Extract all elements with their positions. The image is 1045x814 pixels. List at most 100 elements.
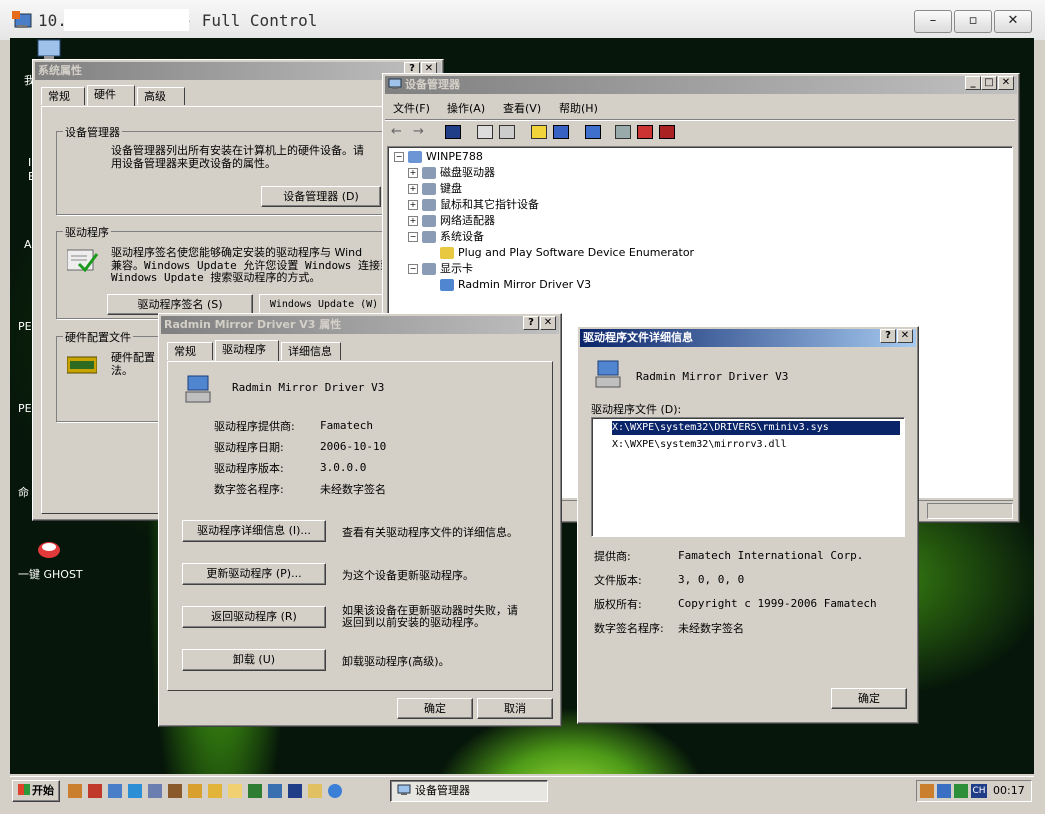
collapse-icon[interactable]: −	[394, 152, 404, 162]
quicklaunch-icon[interactable]	[308, 784, 322, 798]
driver-description: Windows Update 搜索驱动程序的方式。	[111, 271, 321, 284]
menu-action[interactable]: 操作(A)	[447, 100, 485, 116]
expand-icon[interactable]: +	[408, 184, 418, 194]
file-item-selected[interactable]: X:\WXPE\system32\DRIVERS\rminiv3.sys	[611, 420, 901, 436]
quicklaunch-icon[interactable]	[288, 784, 302, 798]
menu-file[interactable]: 文件(F)	[393, 100, 430, 116]
desktop-label[interactable]: A	[24, 238, 32, 251]
menu-bar: 文件(F) 操作(A) 查看(V) 帮助(H)	[387, 98, 1007, 116]
tab-general[interactable]: 常规	[41, 87, 85, 105]
quicklaunch-icon[interactable]	[228, 784, 242, 798]
tray-icon[interactable]	[920, 784, 934, 798]
quicklaunch-icon[interactable]	[248, 784, 262, 798]
uninstall-button[interactable]: 卸载 (U)	[182, 649, 326, 671]
properties-icon[interactable]	[477, 125, 493, 139]
update-driver-icon[interactable]	[615, 125, 631, 139]
device-icon	[440, 279, 454, 291]
disable-icon[interactable]	[659, 125, 675, 139]
quicklaunch-icon[interactable]	[188, 784, 202, 798]
device-manager-icon	[397, 783, 411, 795]
menu-view[interactable]: 查看(V)	[503, 100, 541, 116]
menu-help[interactable]: 帮助(H)	[559, 100, 598, 116]
quicklaunch-icon[interactable]	[268, 784, 282, 798]
tab-advanced[interactable]: 高级	[137, 87, 185, 105]
system-properties-titlebar[interactable]: 系统属性	[35, 62, 441, 80]
toolbar: ← →	[385, 119, 1015, 144]
minimize-button[interactable]: _	[965, 76, 981, 90]
desktop-label[interactable]: 命	[18, 484, 29, 500]
start-button[interactable]: 开始	[12, 780, 60, 802]
tree-node-label: 鼠标和其它指针设备	[440, 198, 539, 211]
property-value: Famatech	[320, 419, 373, 432]
tray-icon[interactable]	[937, 784, 951, 798]
tab-driver[interactable]: 驱动程序	[215, 340, 279, 361]
action-description: 卸载驱动程序(高级)。	[342, 655, 450, 668]
forward-icon[interactable]: →	[413, 124, 427, 139]
update-driver-button[interactable]: 更新驱动程序 (P)...	[182, 563, 326, 585]
back-icon[interactable]: ←	[391, 124, 405, 139]
quicklaunch-icon[interactable]	[148, 784, 162, 798]
view-icon[interactable]	[553, 125, 569, 139]
app-icon	[12, 11, 32, 29]
tree-node-label: WINPE788	[426, 150, 483, 163]
quicklaunch-icon[interactable]	[168, 784, 182, 798]
collapse-icon[interactable]: −	[408, 264, 418, 274]
windows-update-button[interactable]: Windows Update (W)	[259, 294, 389, 315]
quicklaunch-icon[interactable]	[328, 784, 342, 798]
ok-button[interactable]: 确定	[397, 698, 473, 719]
desktop-label-ghost[interactable]: 一键 GHOST	[18, 566, 83, 582]
desktop-label[interactable]: PE	[18, 320, 32, 333]
expand-icon[interactable]: +	[408, 200, 418, 210]
quicklaunch-icon[interactable]	[108, 784, 122, 798]
file-item[interactable]: X:\WXPE\system32\mirrorv3.dll	[612, 438, 787, 452]
driver-files-label: 驱动程序文件 (D):	[591, 403, 682, 416]
quicklaunch-icon[interactable]	[128, 784, 142, 798]
scan-hardware-icon[interactable]	[585, 125, 601, 139]
close-button[interactable]: ✕	[540, 316, 556, 330]
expand-icon[interactable]: +	[408, 168, 418, 178]
device-icon	[408, 151, 422, 163]
help-button[interactable]: ?	[523, 316, 539, 330]
device-manager-titlebar[interactable]: 设备管理器	[385, 76, 1017, 94]
driver-files-list[interactable]: X:\WXPE\system32\DRIVERS\rminiv3.sys X:\…	[591, 417, 905, 537]
driver-details-button[interactable]: 驱动程序详细信息 (I)...	[182, 520, 326, 542]
input-language-indicator[interactable]: CH	[971, 784, 987, 798]
window-title: Radmin Mirror Driver V3 属性	[164, 318, 342, 331]
quicklaunch-icon[interactable]	[88, 784, 102, 798]
radmin-properties-titlebar[interactable]: Radmin Mirror Driver V3 属性	[161, 316, 559, 334]
redacted-address	[64, 9, 189, 31]
help-icon[interactable]	[531, 125, 547, 139]
device-icon	[422, 167, 436, 179]
close-button[interactable]: ✕	[998, 76, 1014, 90]
device-icon	[422, 231, 436, 243]
minimize-button[interactable]: –	[914, 10, 952, 33]
display-adapter-icon	[594, 357, 622, 391]
tab-hardware[interactable]: 硬件	[87, 85, 135, 106]
uninstall-icon[interactable]	[637, 125, 653, 139]
desktop-label[interactable]: I	[28, 156, 31, 169]
taskbar-task-device-manager[interactable]: 设备管理器	[390, 780, 548, 802]
cancel-button[interactable]: 取消	[477, 698, 553, 719]
expand-icon[interactable]: +	[408, 216, 418, 226]
tab-general[interactable]: 常规	[167, 342, 213, 360]
maximize-button[interactable]: □	[981, 76, 997, 90]
close-button[interactable]: ✕	[994, 10, 1032, 33]
desktop-label[interactable]: PE	[18, 402, 32, 415]
quicklaunch-icon[interactable]	[208, 784, 222, 798]
tray-icon[interactable]	[954, 784, 968, 798]
print-icon[interactable]	[499, 125, 515, 139]
help-button[interactable]: ?	[880, 329, 896, 343]
driver-signing-button[interactable]: 驱动程序签名 (S)	[107, 294, 253, 315]
close-button[interactable]: ✕	[897, 329, 913, 343]
device-name: Radmin Mirror Driver V3	[636, 370, 789, 383]
console-tree-icon[interactable]	[445, 125, 461, 139]
ghost-icon[interactable]	[36, 542, 62, 562]
collapse-icon[interactable]: −	[408, 232, 418, 242]
driver-details-titlebar[interactable]: 驱动程序文件详细信息	[580, 329, 916, 347]
maximize-button[interactable]: ▫	[954, 10, 992, 33]
ok-button[interactable]: 确定	[831, 688, 907, 709]
device-manager-button[interactable]: 设备管理器 (D)	[261, 186, 381, 207]
rollback-driver-button[interactable]: 返回驱动程序 (R)	[182, 606, 326, 628]
tab-details[interactable]: 详细信息	[281, 342, 341, 360]
quicklaunch-icon[interactable]	[68, 784, 82, 798]
